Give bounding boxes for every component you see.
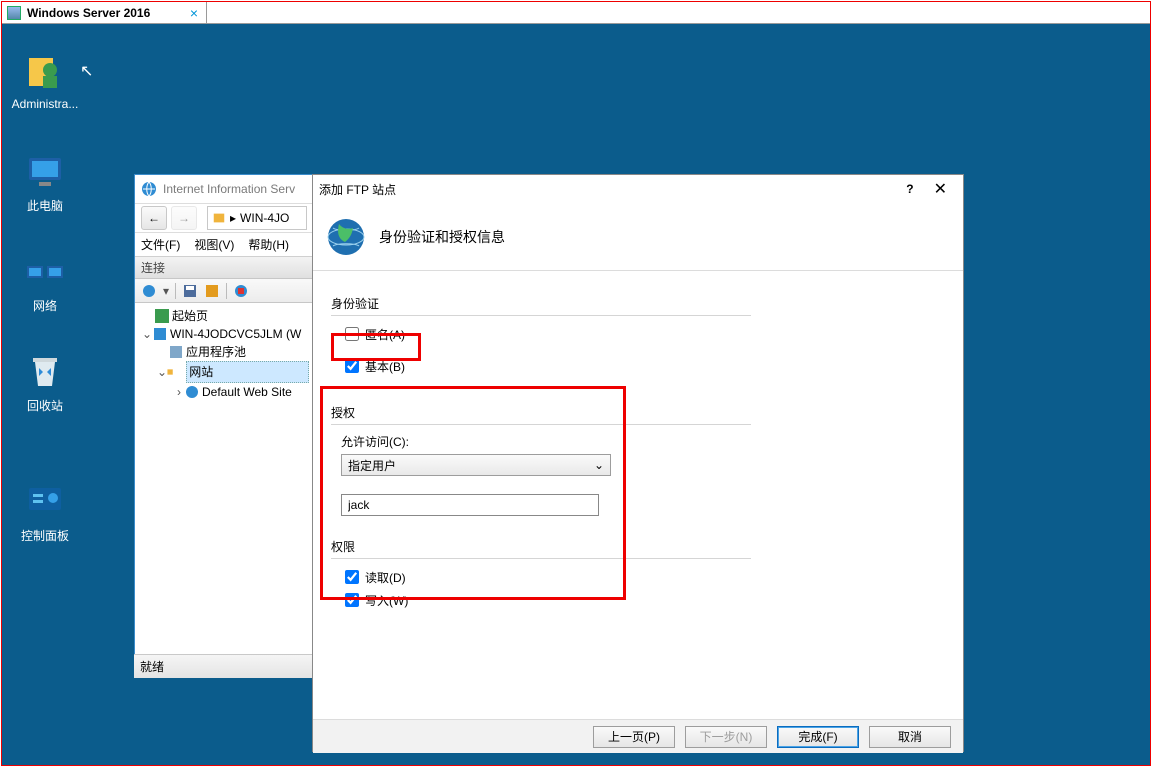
- tree-sites-node[interactable]: ⌄ 网站: [141, 361, 309, 383]
- desktop-icon-network[interactable]: 网络: [10, 252, 80, 314]
- allow-access-selected: 指定用户: [348, 457, 396, 474]
- desktop-icon-label: Administra...: [10, 97, 80, 111]
- stop-site-icon[interactable]: [233, 283, 249, 299]
- vm-outer-frame: Windows Server 2016 × ↖ Administra... 此电…: [1, 1, 1151, 766]
- help-button[interactable]: ?: [896, 182, 923, 196]
- dialog-title-text: 添加 FTP 站点: [319, 181, 396, 198]
- iis-title-bar[interactable]: Internet Information Serv: [135, 175, 313, 203]
- monitor-icon: [7, 6, 21, 20]
- menu-help[interactable]: 帮助(H): [248, 236, 289, 253]
- save-icon[interactable]: [182, 283, 198, 299]
- guest-desktop[interactable]: ↖ Administra... 此电脑 网络 回收站 控制面板 Internet…: [2, 24, 1150, 765]
- desktop-icon-administrator[interactable]: Administra...: [10, 52, 80, 111]
- desktop-icon-label: 此电脑: [10, 197, 80, 214]
- permissions-group-title: 权限: [331, 538, 751, 555]
- tree-start-page[interactable]: 起始页: [141, 307, 309, 325]
- cancel-button[interactable]: 取消: [869, 726, 951, 748]
- desktop-icon-this-pc[interactable]: 此电脑: [10, 152, 80, 214]
- iis-status-text: 就绪: [140, 658, 164, 675]
- nav-back-button[interactable]: ←: [141, 206, 167, 230]
- iis-status-bar: 就绪: [134, 654, 314, 678]
- perm-read-checkbox[interactable]: 读取(D): [341, 567, 751, 587]
- iis-app-icon: [141, 181, 157, 197]
- auth-basic-checkbox[interactable]: 基本(B): [341, 356, 751, 376]
- iis-title-text: Internet Information Serv: [163, 182, 295, 196]
- iis-breadcrumb-server[interactable]: WIN-4JO: [240, 211, 289, 225]
- prev-button[interactable]: 上一页(P): [593, 726, 675, 748]
- authorization-group-title: 授权: [331, 404, 751, 421]
- checkbox-anonymous[interactable]: [345, 327, 359, 341]
- connect-icon[interactable]: [141, 283, 157, 299]
- tree-default-website[interactable]: › Default Web Site: [141, 383, 309, 401]
- checkbox-basic[interactable]: [345, 359, 359, 373]
- menu-file[interactable]: 文件(F): [141, 236, 180, 253]
- perm-write-checkbox[interactable]: 写入(W): [341, 590, 751, 610]
- auth-anonymous-checkbox[interactable]: 匿名(A): [341, 324, 751, 344]
- desktop-icon-label: 网络: [10, 297, 80, 314]
- close-button[interactable]: ✕: [924, 179, 957, 199]
- iis-menu-bar: 文件(F) 视图(V) 帮助(H): [135, 233, 313, 257]
- server-icon: [212, 211, 226, 225]
- desktop-icon-control-panel[interactable]: 控制面板: [10, 482, 80, 544]
- desktop-icon-label: 控制面板: [10, 527, 80, 544]
- tree-app-pools[interactable]: 应用程序池: [141, 343, 309, 361]
- chevron-down-icon: ⌄: [594, 458, 604, 472]
- connections-toolbar: ▾: [135, 279, 313, 303]
- connections-tree[interactable]: 起始页 ⌄ WIN-4JODCVC5JLM (W 应用程序池 ⌄ 网站: [135, 303, 313, 401]
- close-icon[interactable]: ×: [190, 5, 198, 21]
- dialog-title-bar[interactable]: 添加 FTP 站点 ? ✕: [313, 175, 963, 203]
- refresh-icon[interactable]: [204, 283, 220, 299]
- vm-tab-label: Windows Server 2016: [27, 6, 150, 20]
- desktop-icon-recycle-bin[interactable]: 回收站: [10, 352, 80, 414]
- tree-server-node[interactable]: ⌄ WIN-4JODCVC5JLM (W: [141, 325, 309, 343]
- desktop-icon-label: 回收站: [10, 397, 80, 414]
- connections-pane-header: 连接: [135, 257, 313, 279]
- vm-tab-bar: Windows Server 2016 ×: [2, 2, 1150, 24]
- checkbox-read[interactable]: [345, 570, 359, 584]
- vm-tab-active[interactable]: Windows Server 2016 ×: [2, 2, 207, 24]
- iis-address-bar: ← → ▸ WIN-4JO: [135, 203, 313, 233]
- globe-icon: [325, 216, 367, 258]
- dialog-header: 身份验证和授权信息: [313, 203, 963, 271]
- finish-button[interactable]: 完成(F): [777, 726, 859, 748]
- add-ftp-site-dialog: 添加 FTP 站点 ? ✕ 身份验证和授权信息 身份验证: [312, 174, 964, 752]
- allowed-user-input[interactable]: [341, 494, 599, 516]
- iis-manager-window[interactable]: Internet Information Serv ← → ▸ WIN-4JO …: [134, 174, 314, 678]
- auth-group-title: 身份验证: [331, 295, 751, 312]
- allow-access-select[interactable]: 指定用户 ⌄: [341, 454, 611, 476]
- cursor-icon: ↖: [80, 61, 93, 81]
- dialog-body: 身份验证 匿名(A) 基本(B) 授权 允许访问(C): 指定用户: [313, 271, 963, 719]
- dialog-heading: 身份验证和授权信息: [379, 227, 505, 247]
- nav-forward-button: →: [171, 206, 197, 230]
- vm-tabbar-empty: [207, 2, 1150, 24]
- dialog-footer: 上一页(P) 下一步(N) 完成(F) 取消: [313, 719, 963, 753]
- menu-view[interactable]: 视图(V): [194, 236, 234, 253]
- allow-access-label: 允许访问(C):: [341, 433, 751, 450]
- next-button: 下一步(N): [685, 726, 767, 748]
- checkbox-write[interactable]: [345, 593, 359, 607]
